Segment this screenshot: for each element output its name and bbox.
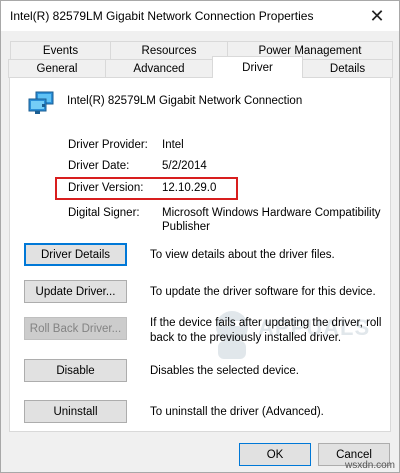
tab-events[interactable]: Events — [10, 41, 111, 60]
driver-version-label: Driver Version: — [68, 182, 144, 194]
driver-date-value: 5/2/2014 — [162, 160, 207, 172]
tab-details[interactable]: Details — [302, 59, 393, 78]
digital-signer-label: Digital Signer: — [68, 207, 140, 219]
driver-details-button[interactable]: Driver Details — [24, 243, 127, 266]
tab-advanced[interactable]: Advanced — [105, 59, 213, 78]
title-bar: Intel(R) 82579LM Gigabit Network Connect… — [1, 1, 399, 31]
driver-provider-value: Intel — [162, 139, 184, 151]
driver-provider-label: Driver Provider: — [68, 139, 148, 151]
ok-button[interactable]: OK — [239, 443, 311, 466]
driver-date-label: Driver Date: — [68, 160, 130, 172]
tab-resources[interactable]: Resources — [110, 41, 228, 60]
roll-back-description-line2: back to the previously installed driver. — [150, 332, 342, 344]
network-adapter-icon — [27, 90, 57, 116]
device-name: Intel(R) 82579LM Gigabit Network Connect… — [67, 95, 303, 107]
update-driver-button[interactable]: Update Driver... — [24, 280, 127, 303]
tab-driver[interactable]: Driver — [212, 56, 303, 78]
digital-signer-value-line2: Publisher — [162, 221, 210, 233]
uninstall-description: To uninstall the driver (Advanced). — [150, 406, 324, 418]
roll-back-description-line1: If the device fails after updating the d… — [150, 317, 382, 329]
tab-general[interactable]: General — [8, 59, 106, 78]
driver-version-value: 12.10.29.0 — [162, 182, 217, 194]
update-driver-description: To update the driver software for this d… — [150, 286, 376, 298]
window-title: Intel(R) 82579LM Gigabit Network Connect… — [10, 9, 314, 23]
digital-signer-value-line1: Microsoft Windows Hardware Compatibility — [162, 207, 381, 219]
disable-description: Disables the selected device. — [150, 365, 299, 377]
driver-tab-panel: Intel(R) 82579LM Gigabit Network Connect… — [9, 77, 391, 432]
close-button[interactable]: ✕ — [355, 1, 399, 31]
uninstall-button[interactable]: Uninstall — [24, 400, 127, 423]
site-watermark: wsxdn.com — [344, 460, 395, 471]
roll-back-driver-button[interactable]: Roll Back Driver... — [24, 317, 127, 340]
disable-button[interactable]: Disable — [24, 359, 127, 382]
driver-details-description: To view details about the driver files. — [150, 249, 335, 261]
properties-dialog: Intel(R) 82579LM Gigabit Network Connect… — [0, 0, 400, 473]
